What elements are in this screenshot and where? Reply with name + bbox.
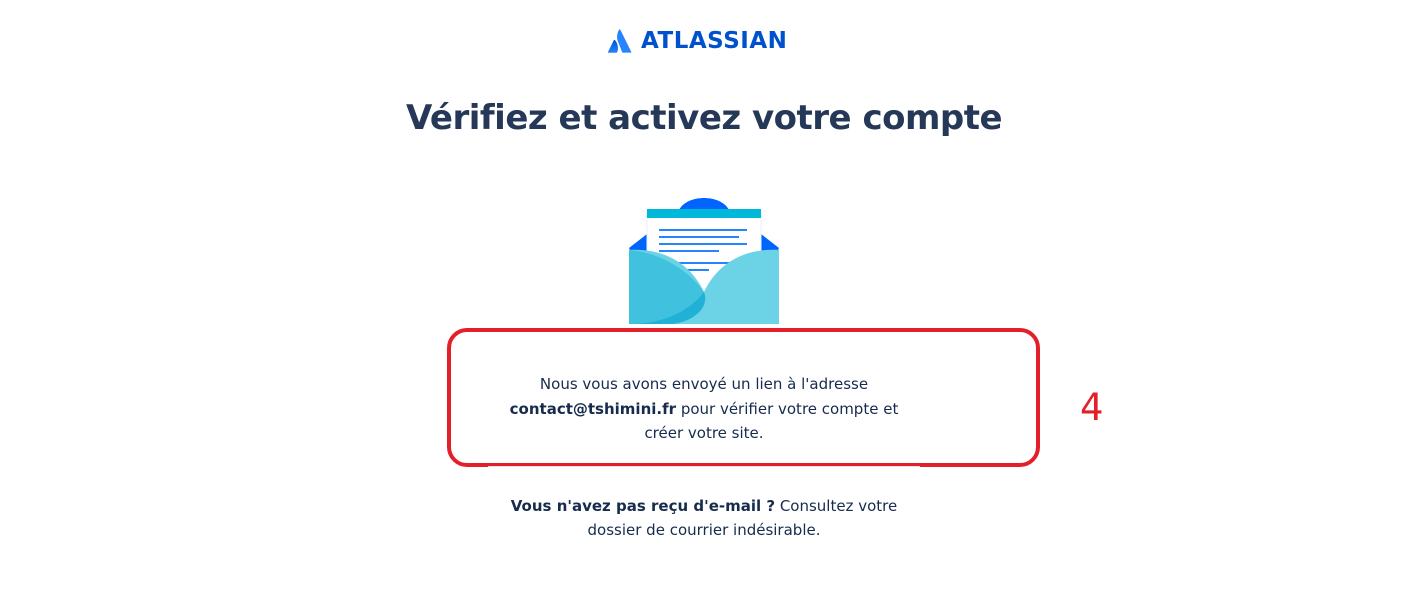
atlassian-logo: ATLASSIAN <box>608 28 787 54</box>
annotation-highlight-box <box>447 328 1040 467</box>
annotation-step-number: 4 <box>1080 386 1104 429</box>
divider <box>488 466 920 467</box>
open-envelope-icon <box>629 196 779 324</box>
spam-note: Vous n'avez pas reçu d'e-mail ? Consulte… <box>488 494 920 542</box>
page-title: Vérifiez et activez votre compte <box>405 98 1003 138</box>
atlassian-mark-icon <box>608 29 632 53</box>
brand-name: ATLASSIAN <box>641 28 788 54</box>
spam-note-question: Vous n'avez pas reçu d'e-mail ? <box>510 497 776 515</box>
verify-email-page: ATLASSIAN Vérifiez et activez votre comp… <box>0 0 1408 589</box>
